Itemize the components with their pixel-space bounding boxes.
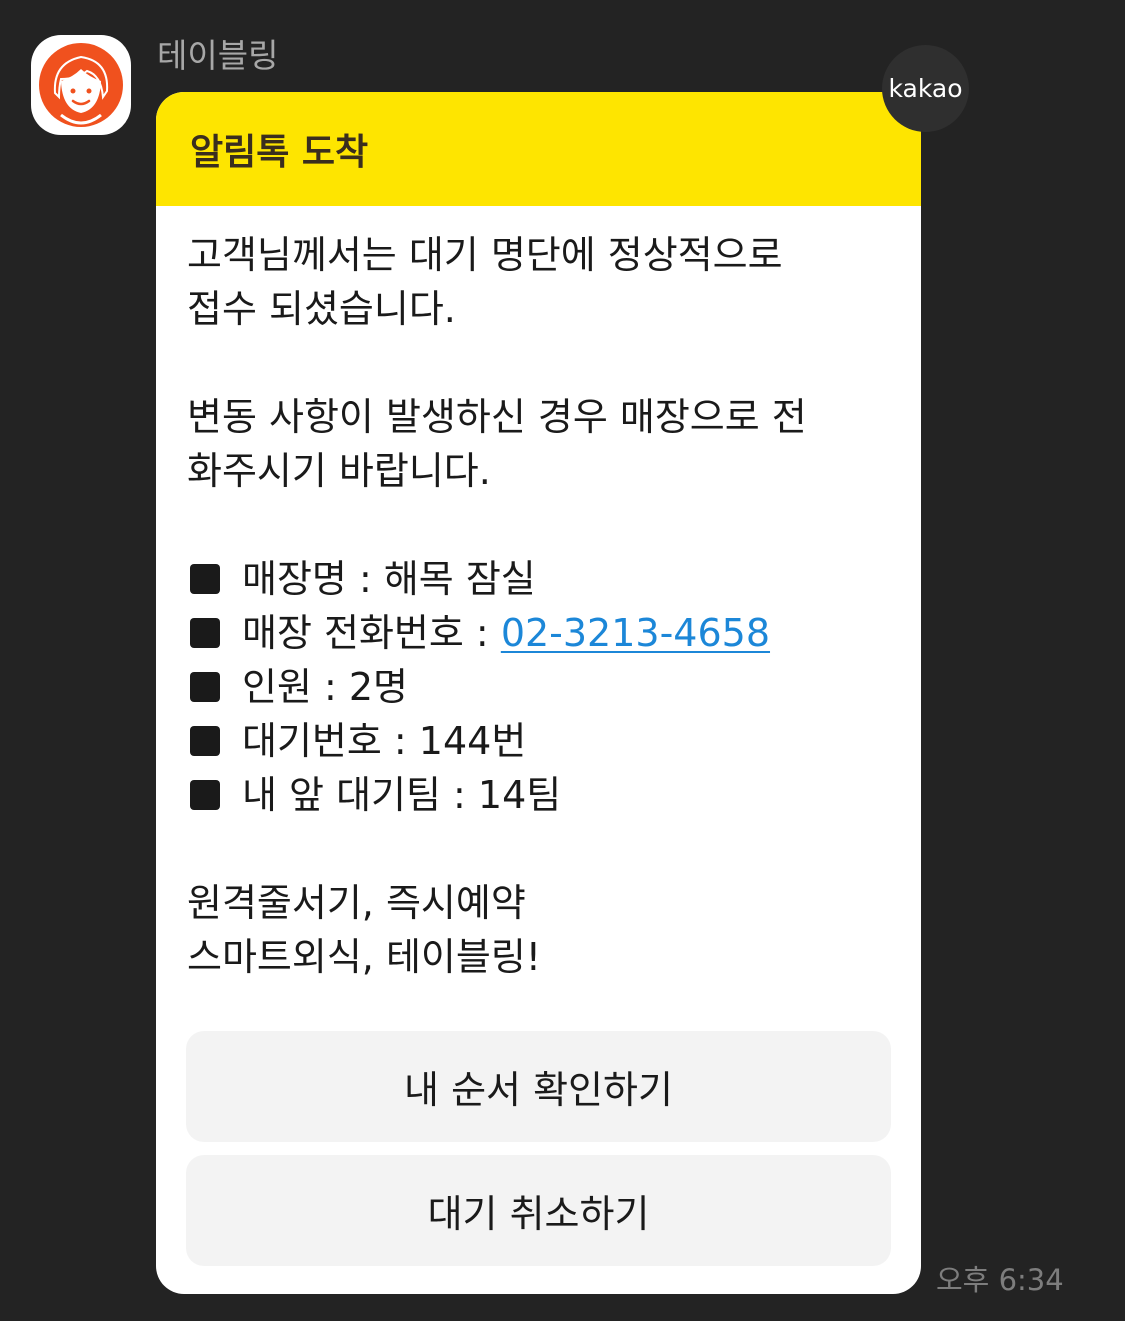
info-store-phone: 매장 전화번호 : 02-3213-4658	[187, 606, 891, 660]
kakao-badge: kakao	[882, 45, 969, 132]
alimtalk-message-card: 알림톡 도착 고객님께서는 대기 명단에 정상적으로 접수 되셨습니다. 변동 …	[156, 92, 921, 1294]
message-timestamp: 오후 6:34	[936, 1263, 1064, 1297]
info-wait-number: 대기번호 : 144번	[187, 714, 891, 768]
cancel-waiting-button[interactable]: 대기 취소하기	[186, 1155, 891, 1266]
message-paragraph-contact: 변동 사항이 발생하신 경우 매장으로 전 화주시기 바랍니다.	[187, 395, 807, 493]
teams-ahead-text: 내 앞 대기팀 : 14팀	[242, 773, 562, 817]
person-face-avatar-icon	[39, 43, 123, 127]
bullet-square-icon	[190, 564, 220, 594]
bullet-square-icon	[190, 618, 220, 648]
check-my-turn-button[interactable]: 내 순서 확인하기	[186, 1031, 891, 1142]
party-size-text: 인원 : 2명	[242, 665, 409, 709]
store-name-text: 매장명 : 해목 잠실	[242, 557, 536, 601]
wait-number-text: 대기번호 : 144번	[242, 719, 527, 763]
card-header-title: 알림톡 도착	[190, 132, 369, 173]
info-store-name: 매장명 : 해목 잠실	[187, 552, 891, 606]
bullet-square-icon	[190, 726, 220, 756]
message-paragraph-registered: 고객님께서는 대기 명단에 정상적으로 접수 되셨습니다.	[187, 233, 783, 331]
bullet-square-icon	[190, 672, 220, 702]
bullet-square-icon	[190, 780, 220, 810]
store-phone-label: 매장 전화번호 :	[242, 611, 501, 655]
info-party-size: 인원 : 2명	[187, 660, 891, 714]
info-teams-ahead: 내 앞 대기팀 : 14팀	[187, 768, 891, 822]
message-body: 고객님께서는 대기 명단에 정상적으로 접수 되셨습니다. 변동 사항이 발생하…	[156, 206, 921, 984]
closing-slogan: 원격줄서기, 즉시예약 스마트외식, 테이블링!	[187, 881, 542, 979]
sender-name: 테이블링	[157, 36, 279, 75]
card-header: 알림톡 도착	[156, 92, 921, 206]
store-phone-link[interactable]: 02-3213-4658	[501, 606, 770, 660]
sender-avatar[interactable]	[31, 35, 131, 135]
